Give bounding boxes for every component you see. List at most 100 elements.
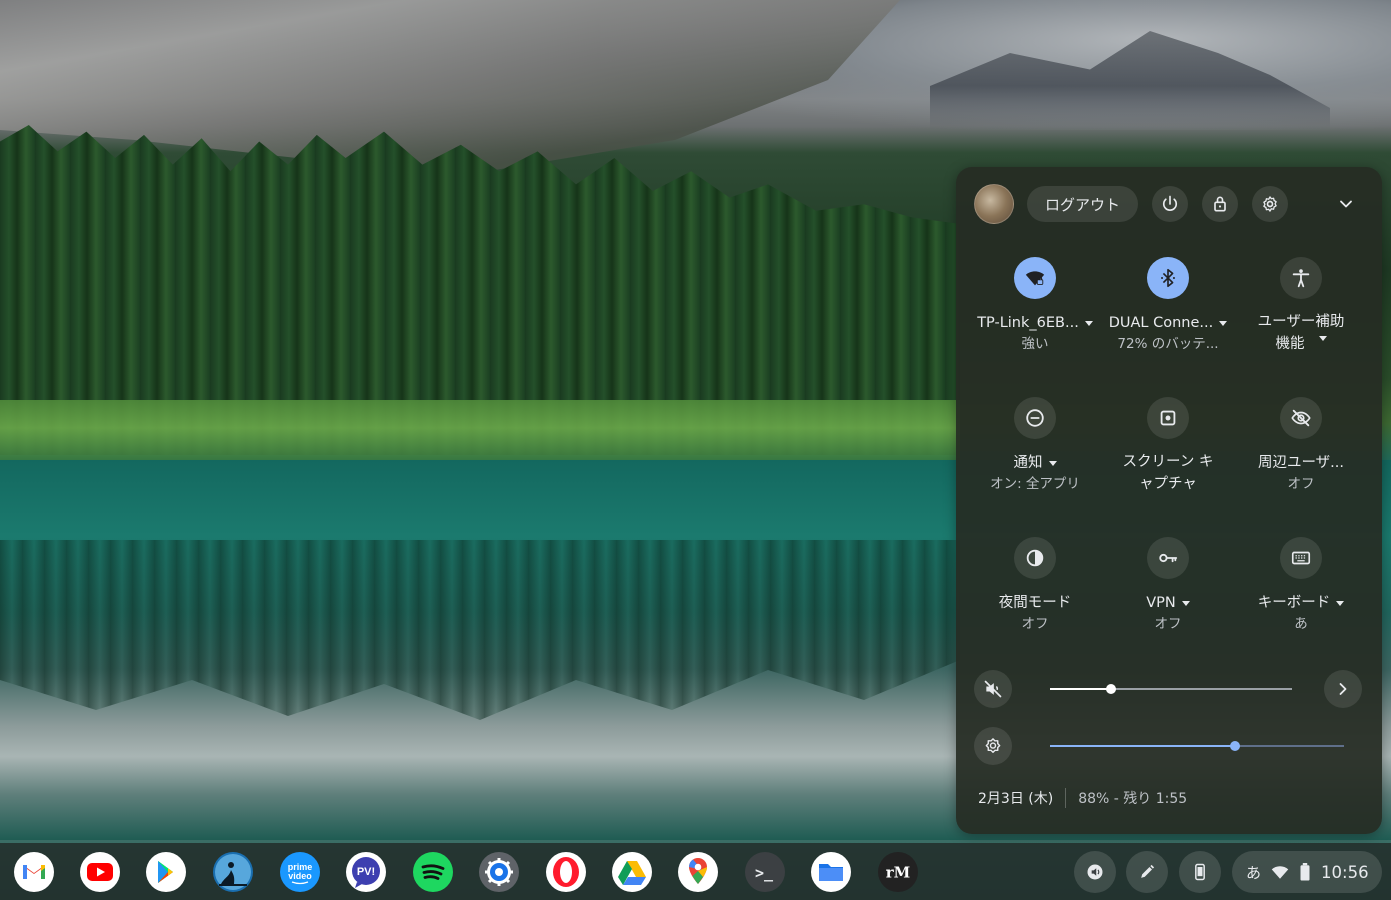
tile-screen-capture[interactable]: スクリーン キ ャプチャ — [1103, 397, 1233, 495]
tile-accessibility[interactable]: ユーザー補助 機能 — [1236, 257, 1366, 355]
spotify-icon — [413, 852, 453, 892]
power-button[interactable] — [1152, 186, 1189, 222]
opera-icon — [546, 852, 586, 892]
keyboard-toggle[interactable] — [1280, 537, 1322, 579]
shelf-app-spotify[interactable] — [413, 852, 453, 892]
tile-vpn[interactable]: VPN オフ — [1103, 537, 1233, 634]
footer-divider — [1065, 788, 1067, 808]
mute-button[interactable] — [974, 670, 1012, 708]
terminal-icon: >_ — [745, 852, 785, 892]
bluetooth-toggle[interactable] — [1147, 257, 1189, 299]
wifi-icon — [1271, 866, 1289, 879]
brightness-row — [974, 727, 1364, 765]
shelf-app-prime-video[interactable]: prime video — [280, 852, 320, 892]
caret-down-icon — [1219, 320, 1228, 326]
tile-label: 夜間モード — [998, 595, 1072, 611]
visibility-off-icon — [1291, 409, 1311, 427]
volume-row — [974, 670, 1364, 708]
bluetooth-icon — [1161, 268, 1175, 288]
quick-settings-footer: 2月3日 (木) 88% - 残り 1:55 — [978, 788, 1187, 808]
clock: 10:56 — [1321, 862, 1369, 882]
settings-button[interactable] — [1252, 186, 1289, 222]
pv-text: PV! — [357, 866, 375, 878]
tile-sub: あ — [1294, 616, 1308, 632]
caret-down-icon — [1048, 460, 1057, 466]
ime-indicator: あ — [1246, 863, 1262, 882]
settings-icon — [479, 852, 519, 892]
screen-capture-toggle[interactable] — [1147, 397, 1189, 439]
shelf-app-opera[interactable] — [546, 852, 586, 892]
lock-button[interactable] — [1202, 186, 1239, 222]
caret-down-icon — [1084, 320, 1093, 326]
terminal-text: >_ — [755, 864, 774, 882]
prime-video-icon: primevideo — [280, 852, 320, 892]
phone-icon — [1195, 863, 1205, 881]
tile-label-line2: ャプチャ — [1139, 476, 1197, 492]
prime-text-2: video — [288, 871, 312, 881]
tile-keyboard[interactable]: キーボード あ — [1236, 537, 1366, 634]
play-store-icon — [146, 852, 186, 892]
notifications-toggle[interactable] — [1014, 397, 1056, 439]
audio-settings-button[interactable] — [1324, 670, 1362, 708]
caret-down-icon — [1181, 600, 1190, 606]
tile-label: キーボード — [1236, 593, 1366, 614]
logout-button[interactable]: ログアウト — [1027, 186, 1139, 222]
shelf-app-maps[interactable] — [678, 852, 718, 892]
shelf-app-terminal[interactable]: >_ — [745, 852, 785, 892]
wifi-lock-icon — [1025, 271, 1045, 286]
lock-icon — [1214, 196, 1226, 212]
shelf-app-youtube[interactable] — [80, 852, 120, 892]
shelf-app-gmail[interactable] — [14, 852, 54, 892]
shelf-app-drive[interactable] — [612, 852, 652, 892]
volume-slider-fill — [1050, 688, 1111, 690]
battery-label: 88% - 残り 1:55 — [1078, 791, 1188, 807]
keyboard-icon — [1291, 551, 1311, 565]
avatar[interactable] — [974, 184, 1014, 224]
shelf-app-play-store[interactable] — [146, 852, 186, 892]
shelf: prime video PV! >_ rM あ 10:56 — [0, 843, 1391, 900]
volume-slider[interactable] — [1050, 684, 1292, 694]
collapse-button[interactable] — [1328, 186, 1364, 222]
volume-slider-thumb[interactable] — [1105, 684, 1116, 694]
brightness-slider[interactable] — [1050, 741, 1344, 751]
nearby-share-toggle[interactable] — [1280, 397, 1322, 439]
night-light-toggle[interactable] — [1014, 537, 1056, 579]
accessibility-toggle[interactable] — [1280, 257, 1322, 299]
remarkable-icon: rM — [878, 852, 918, 892]
tile-nearby-share[interactable]: 周辺ユーザ... オフ — [1236, 397, 1366, 494]
wifi-toggle[interactable] — [1014, 257, 1056, 299]
caret-down-icon — [1336, 600, 1345, 606]
tile-sub: オフ — [1021, 616, 1049, 632]
drive-icon — [612, 852, 652, 892]
tile-notifications[interactable]: 通知 オン: 全アプリ — [970, 397, 1100, 494]
shelf-app-remarkable[interactable]: rM — [878, 852, 918, 892]
do-not-disturb-icon — [1026, 409, 1044, 427]
gmail-icon — [14, 852, 54, 892]
screen-capture-icon — [1160, 410, 1176, 426]
stylus-tools-button[interactable] — [1126, 851, 1168, 893]
tile-label: 周辺ユーザ... — [1257, 455, 1345, 471]
tile-night-light[interactable]: 夜間モード オフ — [970, 537, 1100, 634]
date-label[interactable]: 2月3日 (木) — [978, 788, 1053, 808]
media-controls-button[interactable] — [1074, 851, 1116, 893]
pen-icon — [1141, 864, 1155, 878]
shelf-app-kindle[interactable] — [213, 852, 253, 892]
tile-sub: 強い — [1021, 336, 1049, 352]
tile-label: スクリーン キ ャプチャ — [1103, 451, 1233, 495]
phone-hub-button[interactable] — [1179, 851, 1221, 893]
tile-label: TP-Link_6EB... — [970, 313, 1100, 334]
volume-off-icon — [984, 680, 1002, 698]
vpn-toggle[interactable] — [1147, 537, 1189, 579]
shelf-app-files[interactable] — [811, 852, 851, 892]
shelf-app-settings[interactable] — [479, 852, 519, 892]
rm-text: rM — [886, 864, 911, 882]
chevron-right-icon — [1339, 683, 1347, 695]
status-area[interactable]: あ 10:56 — [1232, 851, 1382, 893]
shelf-app-pv[interactable]: PV! — [346, 852, 386, 892]
night-light-icon — [1026, 549, 1044, 567]
tile-bluetooth[interactable]: DUAL Conne... 72% のバッテ... — [1103, 257, 1233, 354]
tile-wifi[interactable]: TP-Link_6EB... 強い — [970, 257, 1100, 354]
chevron-down-icon — [1340, 200, 1352, 208]
tile-sub: 72% のバッテ... — [1117, 336, 1219, 352]
brightness-slider-thumb[interactable] — [1230, 741, 1241, 751]
